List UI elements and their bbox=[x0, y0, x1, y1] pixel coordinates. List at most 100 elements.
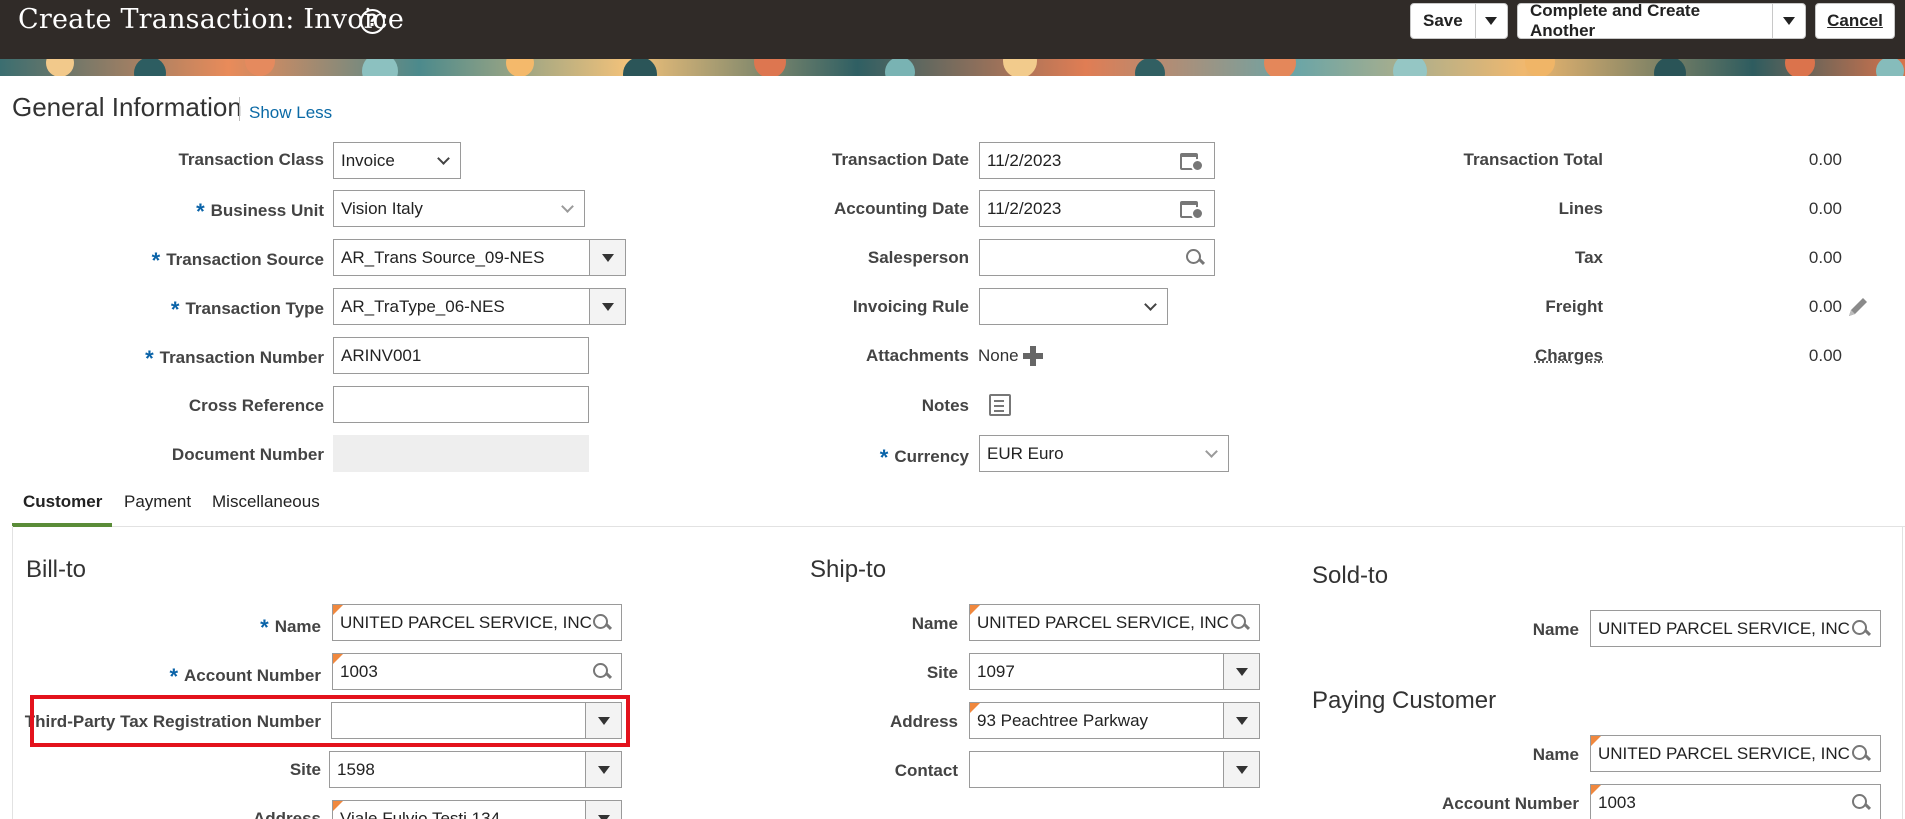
bill-to-account-number-label: * Account Number bbox=[169, 661, 321, 687]
default-value-flag-icon bbox=[333, 605, 343, 615]
chevron-down-icon bbox=[1236, 766, 1248, 774]
invoicing-rule-select[interactable] bbox=[979, 288, 1168, 325]
transaction-date-value: 11/2/2023 bbox=[987, 151, 1180, 171]
currency-select[interactable]: EUR Euro bbox=[979, 435, 1229, 472]
lines-value: 0.00 bbox=[1722, 199, 1842, 219]
paying-customer-name-value: UNITED PARCEL SERVICE, INC bbox=[1598, 744, 1850, 764]
highlight-box bbox=[30, 695, 630, 747]
save-button[interactable]: Save bbox=[1411, 11, 1475, 31]
tab-customer[interactable]: Customer bbox=[23, 492, 102, 512]
tab-miscellaneous[interactable]: Miscellaneous bbox=[212, 492, 320, 512]
accounting-date-value: 11/2/2023 bbox=[987, 199, 1180, 219]
required-indicator: * bbox=[196, 199, 205, 224]
cross-reference-label: Cross Reference bbox=[189, 396, 324, 416]
search-icon[interactable] bbox=[1184, 247, 1206, 269]
chevron-down-icon bbox=[1783, 17, 1795, 25]
ship-to-site-combo[interactable]: 1097 bbox=[969, 653, 1260, 690]
business-unit-label-text: Business Unit bbox=[211, 201, 324, 220]
bill-to-site-combo[interactable]: 1598 bbox=[329, 751, 622, 788]
document-number-field bbox=[333, 435, 589, 472]
complete-dropdown-button[interactable] bbox=[1772, 4, 1805, 38]
currency-label: * Currency bbox=[880, 442, 969, 468]
ship-to-address-combo[interactable]: 93 Peachtree Parkway bbox=[969, 702, 1260, 739]
search-icon[interactable] bbox=[1850, 743, 1872, 765]
currency-label-text: Currency bbox=[894, 447, 969, 466]
transaction-total-value: 0.00 bbox=[1722, 150, 1842, 170]
bill-to-account-number-label-text: Account Number bbox=[184, 666, 321, 685]
tab-payment[interactable]: Payment bbox=[124, 492, 191, 512]
chevron-down-icon bbox=[1236, 717, 1248, 725]
bill-to-site-value: 1598 bbox=[337, 760, 585, 780]
lines-label: Lines bbox=[1559, 199, 1603, 219]
save-dropdown-button[interactable] bbox=[1475, 4, 1507, 38]
paying-customer-name-label: Name bbox=[1533, 745, 1579, 765]
business-unit-select[interactable]: Vision Italy bbox=[333, 190, 585, 227]
ship-to-name-label: Name bbox=[912, 614, 958, 634]
required-indicator: * bbox=[171, 297, 180, 322]
paying-customer-name-input[interactable]: UNITED PARCEL SERVICE, INC bbox=[1590, 735, 1881, 772]
salesperson-input[interactable] bbox=[979, 239, 1215, 276]
paying-customer-account-number-input[interactable]: 1003 bbox=[1590, 784, 1881, 819]
notes-icon[interactable] bbox=[989, 394, 1011, 416]
bill-to-account-number-input[interactable]: 1003 bbox=[332, 653, 622, 690]
show-less-link[interactable]: Show Less bbox=[249, 103, 332, 123]
default-value-flag-icon bbox=[333, 654, 343, 664]
ship-to-site-dropdown-button[interactable] bbox=[1223, 654, 1259, 689]
search-icon[interactable] bbox=[591, 661, 613, 683]
ship-to-contact-combo[interactable] bbox=[969, 751, 1260, 788]
edit-pencil-icon[interactable] bbox=[1845, 294, 1871, 320]
tab-strip-border bbox=[12, 526, 1905, 527]
transaction-type-label-text: Transaction Type bbox=[185, 299, 324, 318]
ship-to-address-dropdown-button[interactable] bbox=[1223, 703, 1259, 738]
bill-to-name-value: UNITED PARCEL SERVICE, INC bbox=[340, 613, 591, 633]
bill-to-name-input[interactable]: UNITED PARCEL SERVICE, INC bbox=[332, 604, 622, 641]
paying-customer-account-number-label: Account Number bbox=[1442, 794, 1579, 814]
chevron-down-icon bbox=[602, 254, 614, 262]
transaction-total-label: Transaction Total bbox=[1464, 150, 1604, 170]
charges-link[interactable]: Charges bbox=[1535, 346, 1603, 366]
help-icon[interactable]: ? bbox=[360, 9, 385, 34]
calendar-icon[interactable] bbox=[1180, 198, 1204, 220]
document-number-label: Document Number bbox=[172, 445, 324, 465]
calendar-icon[interactable] bbox=[1180, 150, 1204, 172]
ship-to-address-label: Address bbox=[890, 712, 958, 732]
accounting-date-label: Accounting Date bbox=[834, 199, 969, 219]
ship-to-name-input[interactable]: UNITED PARCEL SERVICE, INC bbox=[969, 604, 1260, 641]
sold-to-name-label: Name bbox=[1533, 620, 1579, 640]
bill-to-site-dropdown-button[interactable] bbox=[585, 752, 621, 787]
bill-to-address-dropdown-button[interactable] bbox=[585, 801, 621, 819]
section-title-general-information: General Information bbox=[12, 92, 242, 123]
accounting-date-input[interactable]: 11/2/2023 bbox=[979, 190, 1215, 227]
bill-to-address-combo[interactable]: Viale Fulvio Testi 134 bbox=[332, 800, 622, 819]
transaction-date-input[interactable]: 11/2/2023 bbox=[979, 142, 1215, 179]
transaction-type-dropdown-button[interactable] bbox=[589, 289, 625, 324]
cross-reference-input[interactable] bbox=[333, 386, 589, 423]
transaction-class-label: Transaction Class bbox=[178, 150, 324, 170]
transaction-number-label-text: Transaction Number bbox=[160, 348, 324, 367]
complete-and-create-another-button[interactable]: Complete and Create Another bbox=[1518, 1, 1772, 41]
tax-label: Tax bbox=[1575, 248, 1603, 268]
transaction-type-combo[interactable]: AR_TraType_06-NES bbox=[333, 288, 626, 325]
search-icon[interactable] bbox=[591, 612, 613, 634]
add-attachment-icon[interactable] bbox=[1023, 346, 1043, 366]
transaction-class-select[interactable]: Invoice bbox=[333, 142, 461, 179]
bill-to-account-number-value: 1003 bbox=[340, 662, 591, 682]
panel-border bbox=[12, 526, 13, 819]
transaction-number-input[interactable]: ARINV001 bbox=[333, 337, 589, 374]
cancel-button[interactable]: Cancel bbox=[1827, 11, 1883, 31]
ship-to-contact-dropdown-button[interactable] bbox=[1223, 752, 1259, 787]
required-indicator: * bbox=[169, 664, 178, 689]
save-button-group: Save bbox=[1410, 3, 1508, 39]
active-tab-indicator bbox=[12, 523, 112, 527]
attachments-value: None bbox=[978, 346, 1019, 366]
search-icon[interactable] bbox=[1229, 612, 1251, 634]
chevron-down-icon bbox=[1144, 298, 1157, 311]
search-icon[interactable] bbox=[1850, 618, 1872, 640]
transaction-source-dropdown-button[interactable] bbox=[589, 240, 625, 275]
chevron-down-icon bbox=[602, 303, 614, 311]
sold-to-name-input[interactable]: UNITED PARCEL SERVICE, INC bbox=[1590, 610, 1881, 647]
chevron-down-icon bbox=[598, 766, 610, 774]
search-icon[interactable] bbox=[1850, 792, 1872, 814]
transaction-source-combo[interactable]: AR_Trans Source_09-NES bbox=[333, 239, 626, 276]
freight-label: Freight bbox=[1545, 297, 1603, 317]
